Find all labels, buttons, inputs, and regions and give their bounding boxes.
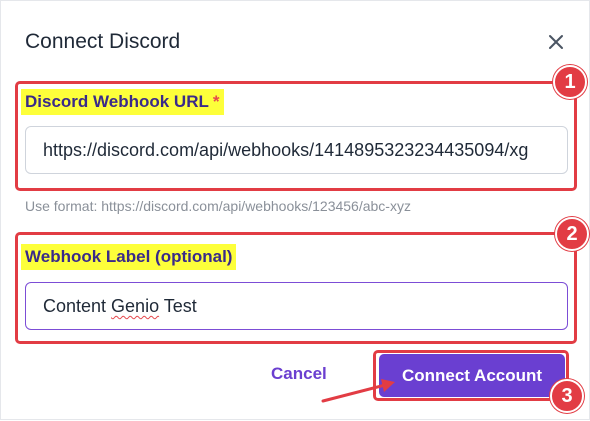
annotation-arrow [321, 379, 395, 403]
connect-discord-dialog: Connect Discord Discord Webhook URL * htt… [0, 0, 590, 420]
